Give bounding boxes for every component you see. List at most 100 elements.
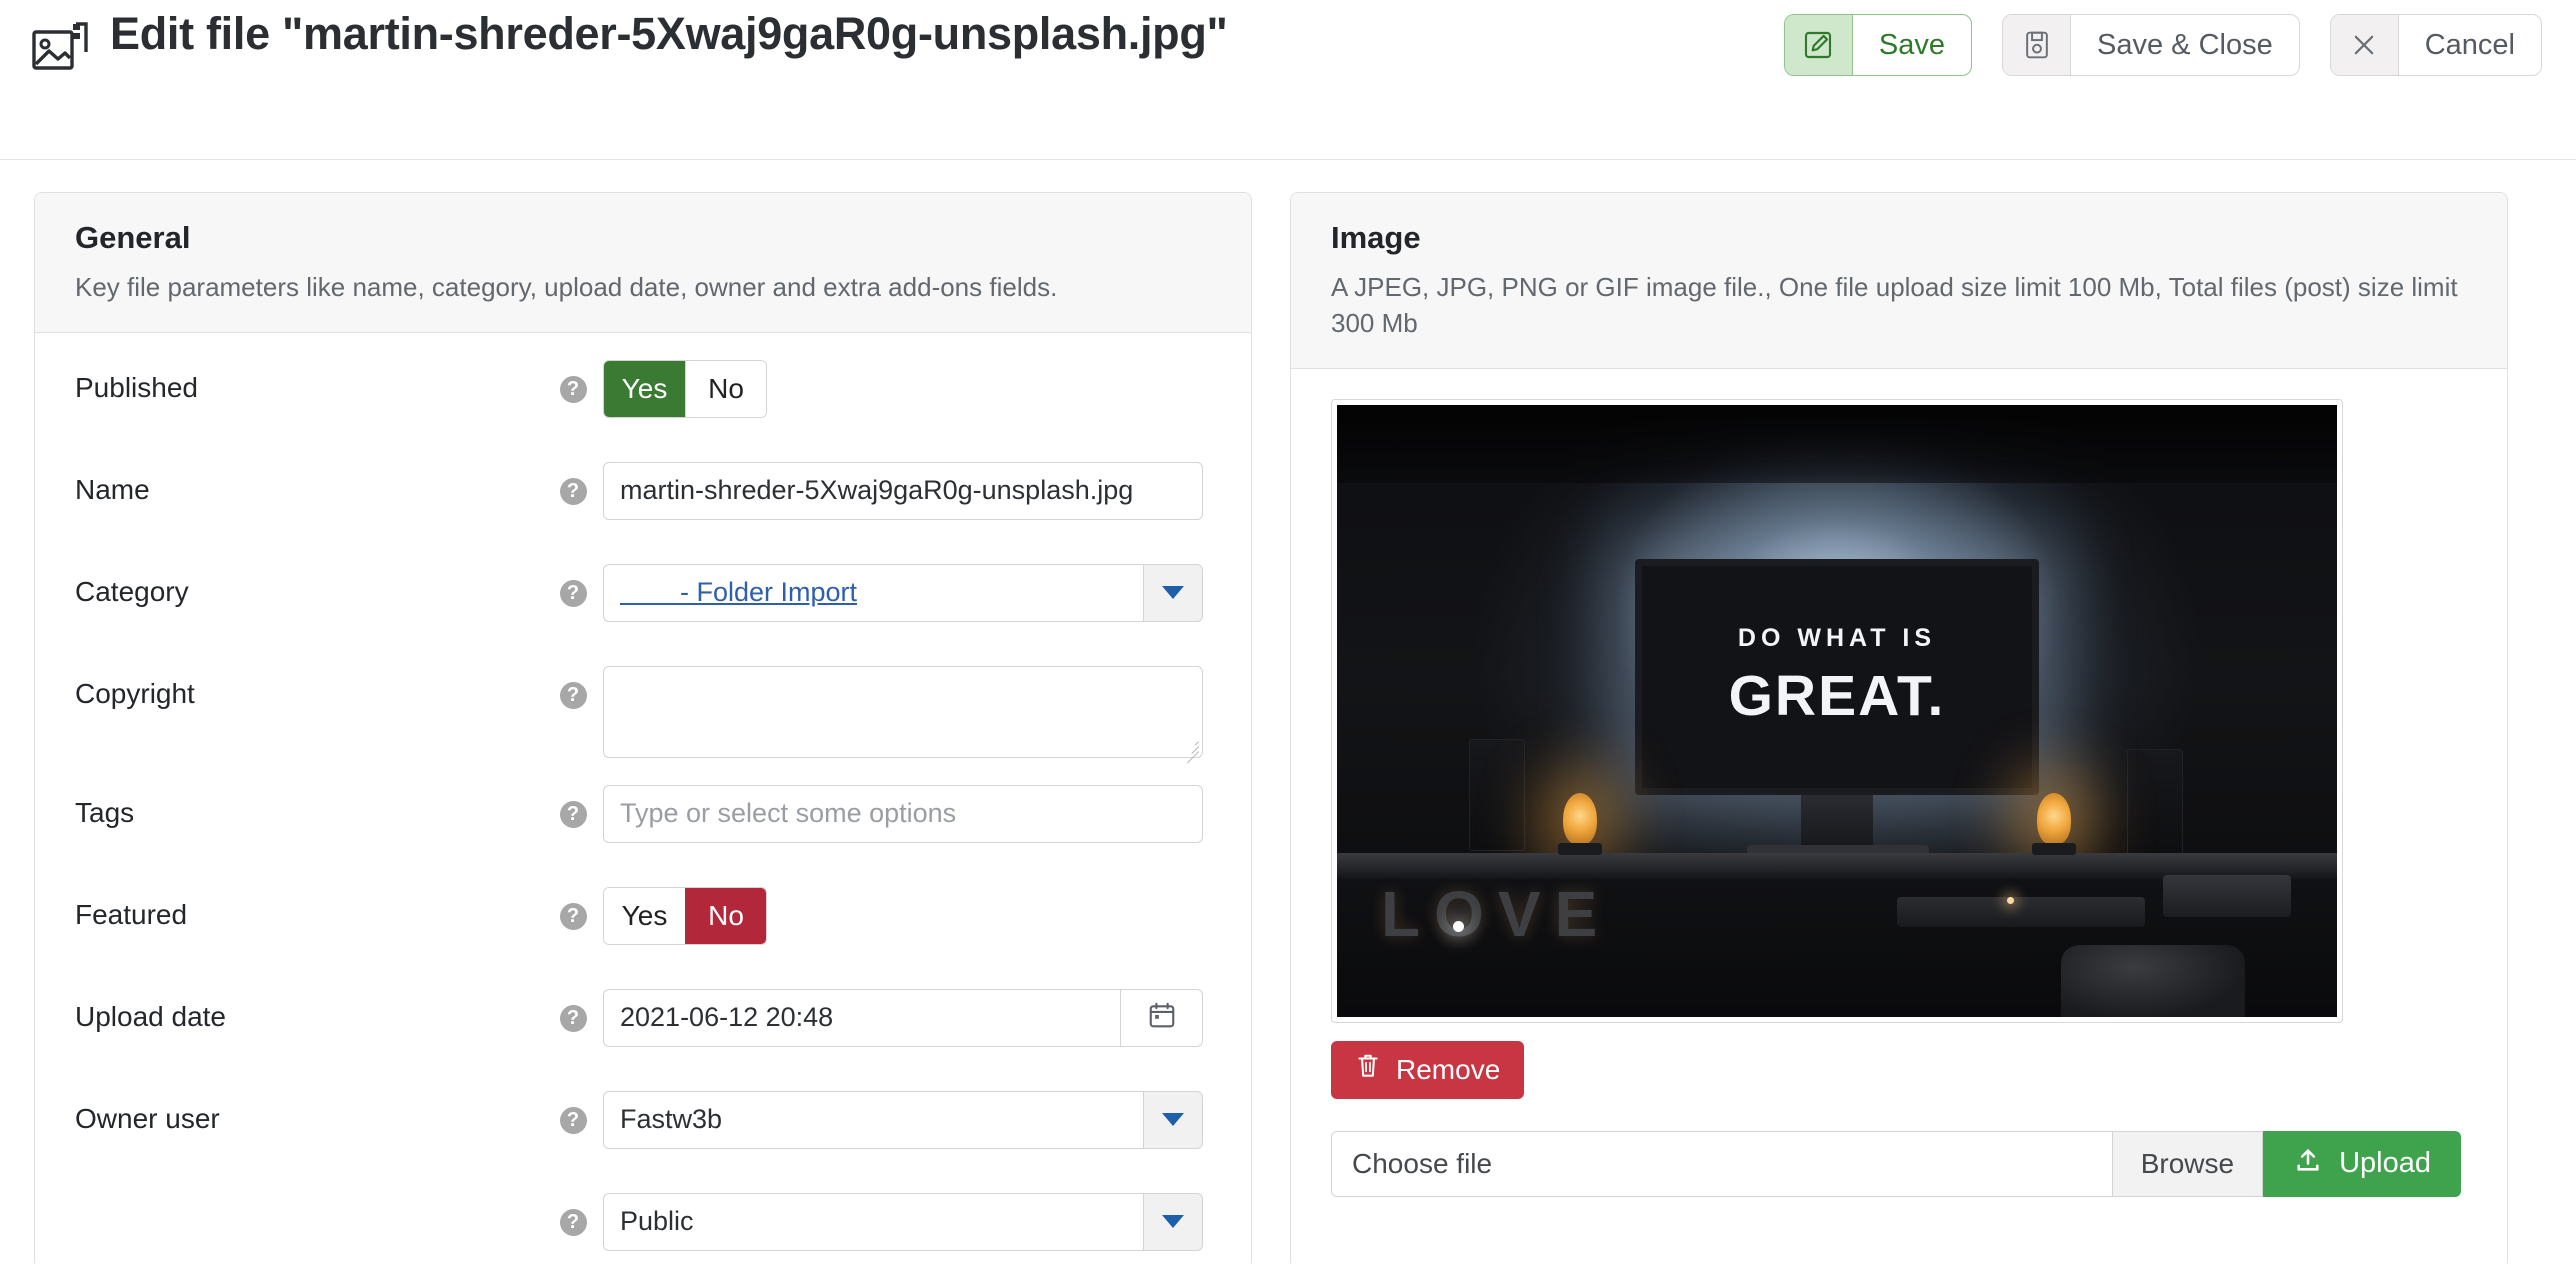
upload-button-label: Upload	[2339, 1147, 2431, 1180]
published-help: ?	[543, 360, 603, 403]
published-toggle[interactable]: Yes No	[603, 359, 767, 418]
owner-user-label: Owner user	[75, 1102, 220, 1134]
preview-chair	[2061, 944, 2245, 1017]
trash-icon	[1355, 1052, 1381, 1087]
general-panel: General Key file parameters like name, c…	[34, 192, 1252, 1264]
save-button[interactable]: Save	[1783, 14, 1973, 76]
help-icon[interactable]: ?	[559, 800, 587, 828]
access-level-select-field[interactable]: Public	[603, 1192, 1143, 1251]
upload-date-group[interactable]: 2021-06-12 20:48	[603, 988, 1203, 1047]
cancel-button-label: Cancel	[2424, 28, 2515, 61]
field-row-name: Name ? martin-shreder-5Xwaj9gaR0g-unspla…	[75, 435, 1211, 537]
category-value-link[interactable]: - Folder Import	[620, 577, 857, 608]
preview-speaker-right	[2127, 748, 2183, 861]
published-toggle-no[interactable]: No	[685, 360, 766, 417]
field-row-copyright: Copyright ?	[75, 639, 1211, 764]
content-area: General Key file parameters like name, c…	[0, 160, 2576, 1264]
upload-row: Choose file Browse Upload	[1331, 1130, 2461, 1197]
published-toggle-yes[interactable]: Yes	[604, 360, 685, 417]
preview-keyboard	[1897, 896, 2145, 927]
field-row-upload-date: Upload date ? 2021-06-12 20:48	[75, 962, 1211, 1064]
featured-toggle-yes[interactable]: Yes	[604, 887, 685, 944]
image-panel-header: Image A JPEG, JPG, PNG or GIF image file…	[1291, 193, 2507, 369]
category-label: Category	[75, 575, 189, 607]
field-row-access-level: ? Public	[75, 1166, 1211, 1264]
preview-monitor: DO WHAT IS GREAT.	[1635, 558, 2039, 795]
help-icon[interactable]: ?	[559, 477, 587, 505]
general-panel-header: General Key file parameters like name, c…	[35, 193, 1251, 333]
published-control: Yes No	[603, 359, 1211, 418]
access-level-dropdown-button[interactable]	[1143, 1192, 1203, 1251]
upload-date-input[interactable]: 2021-06-12 20:48	[603, 988, 1121, 1047]
edit-pencil-icon	[1784, 15, 1853, 75]
featured-toggle-no[interactable]: No	[685, 887, 766, 944]
help-icon[interactable]: ?	[559, 902, 587, 930]
preview-lamp-right	[2037, 792, 2071, 845]
remove-button[interactable]: Remove	[1331, 1040, 1525, 1099]
help-icon[interactable]: ?	[559, 1208, 587, 1236]
preview-lamp-base-left	[1558, 842, 1602, 855]
upload-date-help: ?	[543, 989, 603, 1032]
cancel-button[interactable]: Cancel	[2329, 14, 2542, 76]
preview-monitor-line2: GREAT.	[1728, 664, 1946, 729]
close-x-icon	[2330, 15, 2399, 75]
field-row-owner-user: Owner user ? Fastw3b	[75, 1064, 1211, 1166]
field-row-category: Category ? - Folder Import	[75, 537, 1211, 639]
owner-user-control: Fastw3b	[603, 1090, 1211, 1149]
owner-user-select-field[interactable]: Fastw3b	[603, 1090, 1143, 1149]
image-preview-frame: DO WHAT IS GREAT. LOVE	[1331, 398, 2343, 1023]
preview-monitor-line1: DO WHAT IS	[1737, 624, 1937, 653]
image-panel-body: DO WHAT IS GREAT. LOVE Remove Choose fil…	[1291, 369, 2507, 1197]
upload-button[interactable]: Upload	[2263, 1130, 2461, 1197]
help-icon[interactable]: ?	[559, 681, 587, 709]
remove-button-label: Remove	[1396, 1053, 1501, 1085]
preview-light-dot	[1453, 920, 1464, 932]
chevron-down-icon	[1162, 1215, 1184, 1229]
preview-light-dot-secondary	[2007, 896, 2014, 904]
field-row-featured: Featured ? Yes No	[75, 860, 1211, 962]
featured-toggle[interactable]: Yes No	[603, 886, 767, 945]
preview-ceiling-shadow	[1337, 404, 2337, 483]
access-level-label	[75, 1193, 543, 1205]
name-control: martin-shreder-5Xwaj9gaR0g-unsplash.jpg	[603, 461, 1211, 520]
copyright-help: ?	[543, 666, 603, 709]
name-label: Name	[75, 473, 150, 505]
category-control: - Folder Import	[603, 563, 1211, 622]
category-help: ?	[543, 564, 603, 607]
choose-file-input[interactable]: Choose file	[1331, 1130, 2113, 1197]
calendar-button[interactable]	[1121, 988, 1203, 1047]
preview-love-letters: LOVE	[1381, 877, 1612, 950]
preview-desk-box	[2163, 874, 2291, 917]
tags-input[interactable]: Type or select some options	[603, 784, 1203, 843]
featured-help: ?	[543, 887, 603, 930]
access-level-select-group[interactable]: Public	[603, 1192, 1203, 1251]
browse-button[interactable]: Browse	[2112, 1130, 2264, 1197]
help-icon[interactable]: ?	[559, 1004, 587, 1032]
image-preview: DO WHAT IS GREAT. LOVE	[1337, 404, 2337, 1017]
help-icon[interactable]: ?	[559, 1106, 587, 1134]
image-panel-title: Image	[1331, 220, 1421, 255]
owner-user-dropdown-button[interactable]	[1143, 1090, 1203, 1149]
resize-grip-icon[interactable]	[1181, 736, 1199, 764]
upload-arrow-icon	[2293, 1146, 2323, 1182]
page-header: Edit file "martin-shreder-5Xwaj9gaR0g-un…	[0, 0, 2576, 160]
chevron-down-icon	[1162, 1113, 1184, 1127]
copyright-control	[603, 665, 1211, 764]
category-select-group[interactable]: - Folder Import	[603, 563, 1203, 622]
field-row-tags: Tags ? Type or select some options	[75, 758, 1211, 860]
upload-date-control: 2021-06-12 20:48	[603, 988, 1211, 1047]
help-icon[interactable]: ?	[559, 579, 587, 607]
name-input[interactable]: martin-shreder-5Xwaj9gaR0g-unsplash.jpg	[603, 461, 1203, 520]
tags-control: Type or select some options	[603, 784, 1211, 843]
general-panel-title: General	[75, 220, 191, 255]
save-button-label: Save	[1878, 28, 1946, 61]
help-icon[interactable]: ?	[559, 375, 587, 403]
preview-lamp-base-right	[2032, 842, 2076, 855]
save-and-close-button[interactable]: Save & Close	[2002, 14, 2300, 76]
category-select-field[interactable]: - Folder Import	[603, 563, 1143, 622]
copyright-textarea[interactable]	[603, 665, 1203, 764]
image-file-icon	[32, 20, 88, 77]
image-panel: Image A JPEG, JPG, PNG or GIF image file…	[1290, 192, 2508, 1264]
category-dropdown-button[interactable]	[1143, 563, 1203, 622]
owner-user-select-group[interactable]: Fastw3b	[603, 1090, 1203, 1149]
